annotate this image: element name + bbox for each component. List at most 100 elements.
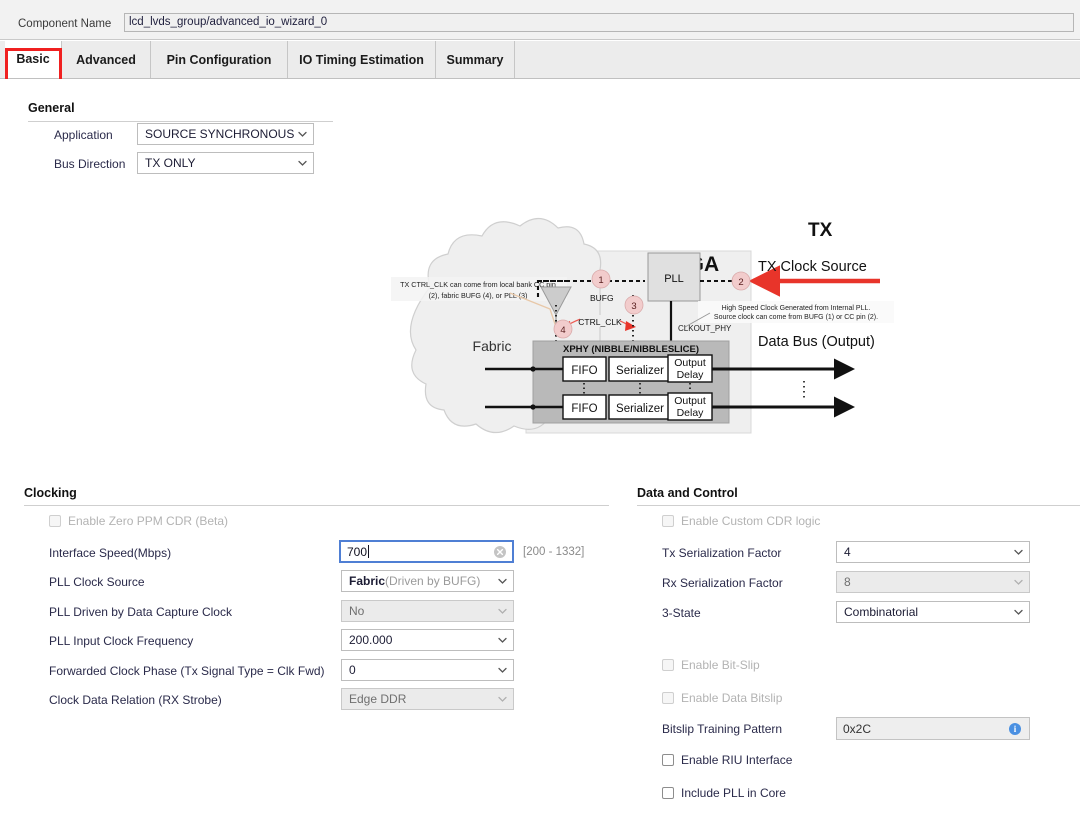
- bufg-label: BUFG: [590, 293, 614, 303]
- fifo-label: FIFO: [571, 403, 597, 415]
- checkbox-icon: [662, 692, 674, 704]
- pll-label: PLL: [664, 273, 684, 285]
- pll-input-clock-frequency-value: 200.000: [349, 633, 393, 647]
- note-left-line2: (2), fabric BUFG (4), or PLL (3): [429, 291, 528, 300]
- data-and-control-section-title: Data and Control: [637, 486, 738, 500]
- clocking-section-rule: [24, 505, 609, 506]
- chevron-down-icon: [1014, 548, 1023, 557]
- note-right-line1: High Speed Clock Generated from Internal…: [722, 305, 871, 312]
- three-state-value: Combinatorial: [844, 605, 919, 619]
- enable-bit-slip-label: Enable Bit-Slip: [681, 658, 760, 672]
- tab-advanced[interactable]: Advanced: [62, 41, 151, 78]
- general-section-rule: [28, 121, 333, 122]
- info-icon[interactable]: i: [1009, 722, 1021, 735]
- interface-speed-label: Interface Speed(Mbps): [49, 546, 172, 560]
- pll-input-clock-frequency-combo[interactable]: 200.000: [341, 629, 514, 651]
- tab-pin-configuration[interactable]: Pin Configuration: [151, 41, 288, 78]
- tab-summary[interactable]: Summary: [436, 41, 515, 78]
- clear-icon[interactable]: [494, 545, 506, 558]
- note-left-line1: TX CTRL_CLK can come from local bank CC …: [400, 280, 556, 289]
- checkbox-icon: [49, 515, 61, 527]
- checkbox-icon: [662, 515, 674, 527]
- serializer-label: Serializer: [616, 365, 664, 377]
- chevron-down-icon: [298, 159, 307, 168]
- svg-text:1: 1: [598, 275, 603, 286]
- rx-serialization-factor-combo: 8: [836, 571, 1030, 593]
- clock-data-relation-value: Edge DDR: [349, 692, 407, 706]
- chevron-down-icon: [498, 577, 507, 586]
- xphy-label: XPHY (NIBBLE/NIBBLESLICE): [563, 344, 699, 355]
- component-name-input[interactable]: lcd_lvds_group/advanced_io_wizard_0: [124, 13, 1074, 32]
- text-cursor: [368, 545, 370, 558]
- bus-direction-value: TX ONLY: [145, 156, 196, 170]
- interface-speed-input[interactable]: 700: [339, 540, 514, 563]
- enable-custom-cdr-logic-label: Enable Custom CDR logic: [681, 514, 821, 528]
- tab-label: Pin Configuration: [166, 52, 272, 67]
- checkbox-icon: [662, 659, 674, 671]
- tx-clock-source-label: TX Clock Source: [758, 259, 867, 275]
- enable-data-bitslip-label: Enable Data Bitslip: [681, 691, 783, 705]
- tab-label: Summary: [446, 52, 504, 67]
- bitslip-training-pattern-label: Bitslip Training Pattern: [662, 722, 783, 736]
- general-section-title: General: [28, 101, 75, 115]
- enable-zero-ppm-cdr-checkbox: Enable Zero PPM CDR (Beta): [49, 514, 228, 528]
- forwarded-clock-phase-combo[interactable]: 0: [341, 659, 514, 681]
- pll-input-clock-frequency-label: PLL Input Clock Frequency: [49, 634, 194, 648]
- output-delay-label-2: Delay: [677, 407, 705, 419]
- bus-direction-combo[interactable]: TX ONLY: [137, 152, 314, 174]
- enable-zero-ppm-cdr-label: Enable Zero PPM CDR (Beta): [68, 514, 229, 528]
- note-right-line2: Source clock can come from BUFG (1) or C…: [714, 314, 878, 321]
- application-combo[interactable]: SOURCE SYNCHRONOUS: [137, 123, 314, 145]
- tab-label: Basic: [16, 52, 50, 66]
- svg-text:2: 2: [738, 277, 743, 288]
- data-and-control-section-rule: [637, 505, 1080, 506]
- output-delay-label-1: Output: [674, 357, 706, 369]
- clock-data-relation-label: Clock Data Relation (RX Strobe): [49, 693, 222, 707]
- enable-bit-slip-checkbox: Enable Bit-Slip: [662, 658, 760, 672]
- forwarded-clock-phase-value: 0: [349, 663, 356, 677]
- chevron-down-icon: [498, 695, 507, 704]
- pll-driven-by-data-capture-clock-label: PLL Driven by Data Capture Clock: [49, 605, 232, 619]
- tab-label: Advanced: [76, 52, 136, 67]
- forwarded-clock-phase-label: Forwarded Clock Phase (Tx Signal Type = …: [49, 664, 325, 678]
- tab-basic[interactable]: Basic: [5, 41, 62, 78]
- enable-riu-interface-label: Enable RIU Interface: [681, 753, 793, 767]
- bitslip-training-pattern-input: 0x2C i: [836, 717, 1030, 740]
- clock-data-relation-combo: Edge DDR: [341, 688, 514, 710]
- checkbox-icon: [662, 754, 674, 766]
- chevron-down-icon: [498, 636, 507, 645]
- enable-riu-interface-checkbox[interactable]: Enable RIU Interface: [662, 753, 792, 767]
- output-delay-label-2: Delay: [677, 369, 705, 381]
- checkbox-icon: [662, 787, 674, 799]
- application-label: Application: [54, 128, 113, 142]
- enable-custom-cdr-logic-checkbox: Enable Custom CDR logic: [662, 514, 820, 528]
- clkout-phy-label: CLKOUT_PHY: [678, 324, 732, 333]
- pll-clock-source-label: PLL Clock Source: [49, 575, 145, 589]
- include-pll-in-core-checkbox[interactable]: Include PLL in Core: [662, 786, 786, 800]
- tx-serialization-factor-value: 4: [844, 545, 851, 559]
- output-delay-label-1: Output: [674, 395, 706, 407]
- pll-clock-source-combo[interactable]: Fabric (Driven by BUFG): [341, 570, 514, 592]
- fabric-label: Fabric: [473, 338, 512, 354]
- tab-strip: Basic Advanced Pin Configuration IO Timing …: [0, 41, 1080, 79]
- bus-direction-label: Bus Direction: [54, 157, 126, 171]
- three-state-combo[interactable]: Combinatorial: [836, 601, 1030, 623]
- tab-io-timing-estimation[interactable]: IO Timing Estimation: [288, 41, 436, 78]
- tx-architecture-diagram: Fabric FPGA TX TX CTRL_CLK can come from…: [390, 209, 1080, 459]
- tx-title: TX: [808, 220, 833, 241]
- chevron-down-icon: [1014, 608, 1023, 617]
- application-value: SOURCE SYNCHRONOUS: [145, 127, 295, 141]
- enable-data-bitslip-checkbox: Enable Data Bitslip: [662, 691, 782, 705]
- interface-speed-value: 700: [347, 544, 368, 559]
- component-name-bar: Component Name lcd_lvds_group/advanced_i…: [0, 0, 1080, 40]
- chevron-down-icon: [1014, 578, 1023, 587]
- data-bus-output-label: Data Bus (Output): [758, 334, 875, 350]
- tx-serialization-factor-combo[interactable]: 4: [836, 541, 1030, 563]
- component-name-label: Component Name: [18, 18, 112, 30]
- fifo-label: FIFO: [571, 365, 597, 377]
- pll-driven-by-data-capture-clock-combo: No: [341, 600, 514, 622]
- three-state-label: 3-State: [662, 606, 701, 620]
- tab-label: IO Timing Estimation: [299, 52, 424, 67]
- svg-text:4: 4: [560, 325, 565, 336]
- svg-text:3: 3: [631, 301, 636, 312]
